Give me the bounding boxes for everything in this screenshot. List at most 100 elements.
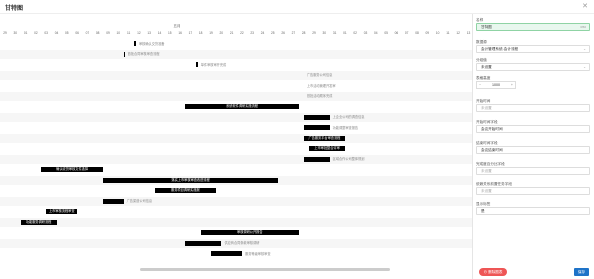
day-label: 06 bbox=[75, 31, 79, 35]
horizontal-scrollbar[interactable] bbox=[140, 268, 390, 271]
day-label: 30 bbox=[13, 31, 18, 35]
task-bar[interactable]: 上市审批整合评审 bbox=[309, 146, 346, 151]
delete-label: 删除图表 bbox=[488, 270, 503, 274]
day-label: 10 bbox=[435, 31, 440, 35]
day-label: 11 bbox=[126, 31, 131, 35]
day-label: 08 bbox=[95, 31, 100, 35]
task-bar[interactable]: 审核调研公开报告 bbox=[200, 230, 299, 235]
day-label: 06 bbox=[394, 31, 399, 35]
settings-panel: 名称 甘特图 3/50 数据源 会计管理系统-会计流程 ⌄ 分组值 未设置 ⌄ … bbox=[476, 16, 590, 256]
gantt-row: 确认收货审核文件选择 bbox=[0, 165, 472, 174]
group-select[interactable]: 未设置 ⌄ bbox=[476, 63, 590, 71]
end-field-select[interactable]: 会议结束时间 bbox=[476, 146, 590, 154]
gantt-row: 广告渠道公司信息 bbox=[0, 196, 472, 206]
day-label: 31 bbox=[332, 31, 337, 35]
day-label: 21 bbox=[229, 31, 234, 35]
day-label: 17 bbox=[188, 31, 193, 35]
task-bar[interactable]: 功能服务调研流程 bbox=[20, 219, 57, 225]
datasource-select[interactable]: 会计管理系统-会计流程 ⌄ bbox=[476, 45, 590, 53]
chevron-down-icon: ⌄ bbox=[583, 47, 586, 51]
day-label: 07 bbox=[404, 31, 409, 35]
height-value: 1000 bbox=[492, 83, 500, 87]
task-bar[interactable] bbox=[103, 198, 124, 204]
title-bar: 甘特图 ✕ bbox=[0, 0, 594, 14]
gantt-row: 广告服务公司信息 bbox=[0, 70, 472, 80]
gantt-row: 功能服务调研流程 bbox=[0, 217, 472, 227]
day-label: 07 bbox=[85, 31, 90, 35]
day-label: 12 bbox=[137, 31, 141, 35]
name-value: 甘特图 bbox=[481, 25, 492, 29]
task-bar[interactable] bbox=[211, 251, 243, 256]
day-label: 08 bbox=[415, 31, 419, 35]
height-stepper[interactable]: − 1000 + bbox=[476, 81, 516, 89]
group-value: 未设置 bbox=[481, 65, 492, 69]
day-label: 25 bbox=[271, 31, 275, 35]
day-label: 03 bbox=[44, 31, 48, 35]
related-placeholder: 未设置 bbox=[481, 189, 492, 193]
plus-icon[interactable]: + bbox=[511, 82, 513, 88]
day-label: 15 bbox=[168, 31, 172, 35]
day-label: 19 bbox=[209, 31, 213, 35]
save-button[interactable]: 保存 bbox=[574, 268, 589, 276]
gantt-row: 首批活动顺序完成 bbox=[0, 91, 472, 101]
day-label: 09 bbox=[106, 31, 110, 35]
progress-placeholder: 未设置 bbox=[481, 169, 492, 173]
close-icon[interactable]: ✕ bbox=[582, 2, 588, 10]
end-field-value: 会议结束时间 bbox=[481, 148, 503, 152]
task-bar[interactable]: 落实上市审核审查改进流程 bbox=[103, 177, 279, 183]
task-label: 服务项目调研实施报 bbox=[171, 188, 200, 192]
show-select[interactable]: 是 bbox=[476, 207, 590, 215]
task-bar[interactable] bbox=[303, 125, 330, 130]
start-select[interactable]: 未设置 bbox=[476, 104, 590, 112]
task-bar[interactable]: 上市审核流程审查 bbox=[46, 209, 78, 214]
name-input[interactable]: 甘特图 3/50 bbox=[476, 23, 590, 31]
gantt-row: 服务项目调研实施报 bbox=[0, 186, 472, 195]
gantt-row: 上市活动管理开发审 bbox=[0, 81, 472, 90]
task-bar[interactable]: 广告服务平台审查流程 bbox=[303, 135, 346, 141]
progress-select[interactable]: 未设置 bbox=[476, 167, 590, 175]
start-time-field-group: 开始时间字段 会议开始时间 bbox=[476, 120, 590, 133]
task-bar[interactable] bbox=[303, 156, 330, 162]
gantt-row: 服务等级审核审查 bbox=[0, 249, 472, 258]
task-label: 区域合作公司整体规划 bbox=[332, 157, 365, 161]
start-field-group: 开始时间 未设置 bbox=[476, 99, 590, 112]
gantt-row: 区域合作公司整体规划 bbox=[0, 154, 472, 164]
task-label: 单件审核审开完成 bbox=[200, 62, 227, 67]
task-label: 上企业公司的调查信息 bbox=[332, 115, 365, 119]
progress-field-group: 完成度百分比字段 未设置 bbox=[476, 162, 590, 175]
day-label: 09 bbox=[425, 31, 430, 35]
related-select[interactable]: 未设置 bbox=[476, 187, 590, 195]
day-label: 10 bbox=[116, 31, 121, 35]
day-label: 04 bbox=[374, 31, 378, 35]
day-label: 05 bbox=[384, 31, 388, 35]
task-label: 上市审核流程审查 bbox=[49, 209, 75, 213]
gantt-row: 首批合同审核审查流程 bbox=[0, 49, 472, 59]
delete-chart-button[interactable]: ⊖ 删除图表 bbox=[479, 268, 507, 276]
gantt-row: 广告服务平台审查流程 bbox=[0, 133, 472, 143]
task-label: 功能调整审查报告 bbox=[332, 125, 359, 130]
task-bar[interactable] bbox=[303, 114, 330, 120]
gantt-row: 上企业公司的调查信息 bbox=[0, 112, 472, 122]
day-label: 23 bbox=[250, 31, 254, 35]
show-field-group: 显示标签 是 bbox=[476, 202, 590, 215]
task-label: 服务等级审核审查 bbox=[245, 251, 271, 256]
day-label: 01 bbox=[23, 31, 28, 35]
task-bar[interactable] bbox=[195, 62, 198, 67]
task-bar[interactable] bbox=[185, 240, 222, 246]
day-label: 14 bbox=[157, 31, 162, 35]
task-label: 广告服务公司信息 bbox=[306, 73, 333, 77]
start-field-select[interactable]: 会议开始时间 bbox=[476, 125, 590, 133]
task-bar[interactable] bbox=[133, 41, 136, 46]
group-field-group: 分组值 未设置 ⌄ bbox=[476, 58, 590, 71]
task-bar[interactable]: 确认收货审核文件选择 bbox=[41, 167, 103, 172]
start-field-value: 会议开始时间 bbox=[481, 127, 503, 131]
task-bar[interactable]: 系统软件调研实施流程 bbox=[185, 104, 299, 109]
window-title: 甘特图 bbox=[5, 6, 24, 12]
day-label: 27 bbox=[291, 31, 296, 35]
task-label: 功能服务调研流程 bbox=[25, 219, 52, 224]
task-label: 审核确认交货准备 bbox=[138, 41, 165, 46]
task-bar[interactable] bbox=[123, 51, 125, 57]
task-bar[interactable]: 服务项目调研实施报 bbox=[154, 188, 217, 193]
task-label: 上市活动管理开发审 bbox=[306, 83, 336, 88]
day-label: 24 bbox=[260, 31, 265, 35]
